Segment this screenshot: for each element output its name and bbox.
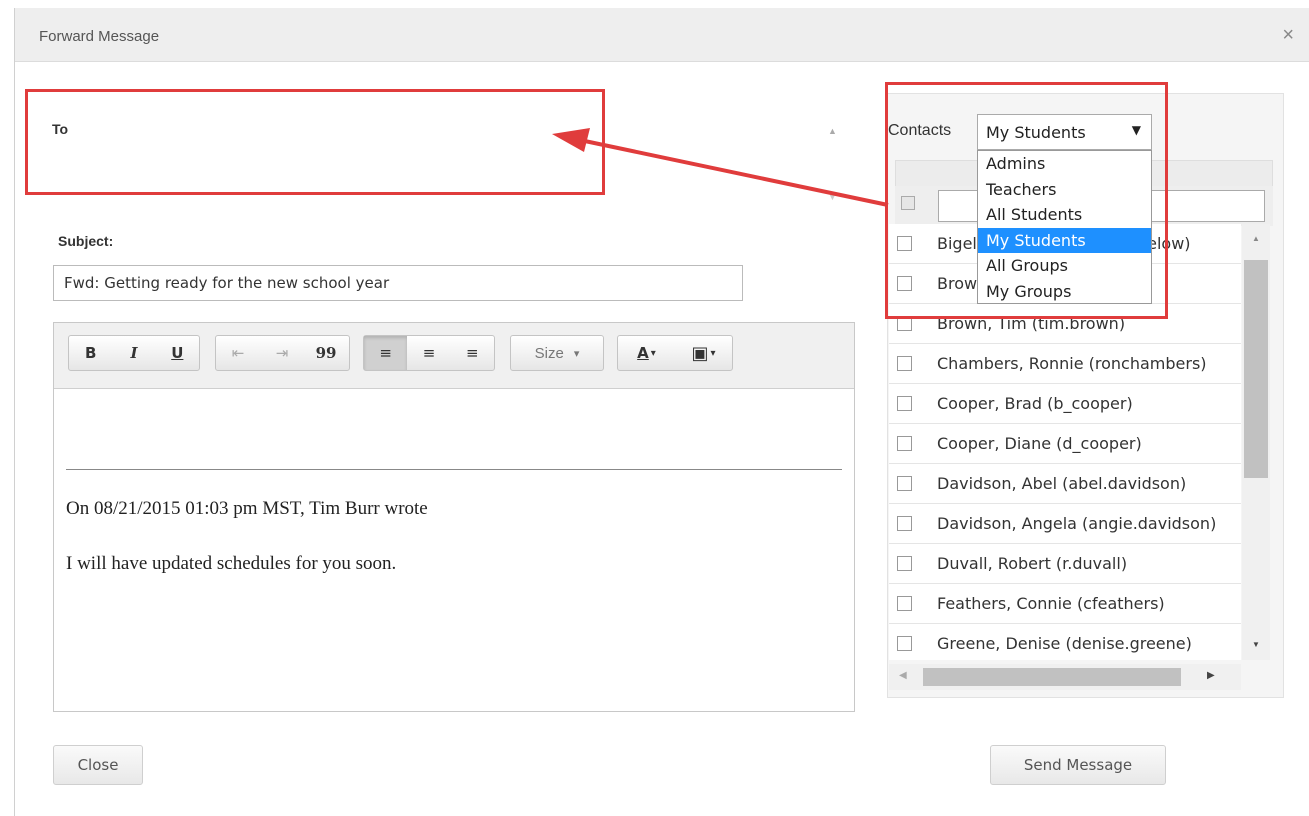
select-all-checkbox[interactable] [901,196,915,210]
dialog-title: Forward Message [39,28,160,45]
subject-input[interactable] [53,265,743,301]
contact-checkbox[interactable] [897,476,912,491]
dropdown-option-teachers[interactable]: Teachers [978,177,1151,203]
message-editor[interactable]: B I U ⇤ ⇥ 99 ≡ ≡ ≡ Size ▾ A ▾ ▣ ▾ On 08/… [53,322,855,712]
indent-group: ⇤ ⇥ 99 [215,335,350,371]
list-item[interactable]: Cooper, Diane (d_cooper) [889,424,1241,464]
size-dropdown[interactable]: Size ▾ [510,335,604,371]
scroll-up-icon[interactable]: ▲ [828,126,837,136]
font-color-icon: A [637,344,649,362]
contact-checkbox[interactable] [897,636,912,651]
dropdown-option-all-groups[interactable]: All Groups [978,253,1151,279]
scroll-down-icon[interactable]: ▼ [828,192,837,202]
dropdown-option-my-students[interactable]: My Students [978,227,1151,254]
list-item[interactable]: Cooper, Brad (b_cooper) [889,384,1241,424]
chevron-down-icon: ▾ [710,347,716,359]
contacts-vertical-scrollbar[interactable]: ▲ ▼ [1242,224,1270,660]
contact-checkbox[interactable] [897,356,912,371]
contact-name: Feathers, Connie (cfeathers) [937,594,1165,613]
scroll-right-icon[interactable]: ▶ [1207,670,1215,681]
contact-name: Cooper, Diane (d_cooper) [937,434,1142,453]
to-scrollbar[interactable]: ▲ ▼ [826,118,840,208]
bold-button[interactable]: B [69,336,112,370]
contact-checkbox[interactable] [897,436,912,451]
close-button[interactable]: Close [53,745,143,785]
contact-name: Cooper, Brad (b_cooper) [937,394,1133,413]
contacts-select-value: My Students [986,123,1086,142]
dropdown-option-admins[interactable]: Admins [978,151,1151,177]
contact-name: Brown, Tim (tim.brown) [937,314,1126,333]
list-item[interactable]: Feathers, Connie (cfeathers) [889,584,1241,624]
quote-header: On 08/21/2015 01:03 pm MST, Tim Burr wro… [66,498,428,519]
font-color-button[interactable]: A ▾ [618,336,675,370]
to-field[interactable] [40,100,830,205]
contact-name: Davidson, Abel (abel.davidson) [937,474,1187,493]
contact-checkbox[interactable] [897,236,912,251]
editor-toolbar: B I U ⇤ ⇥ 99 ≡ ≡ ≡ Size ▾ A ▾ ▣ ▾ [54,323,854,389]
list-item[interactable]: Duvall, Robert (r.duvall) [889,544,1241,584]
chevron-down-icon: ▾ [650,347,656,359]
list-item[interactable]: Davidson, Abel (abel.davidson) [889,464,1241,504]
contact-checkbox[interactable] [897,316,912,331]
scrollbar-thumb[interactable] [1244,260,1268,478]
chevron-down-icon: ▼ [1131,123,1141,137]
italic-button[interactable]: I [112,336,155,370]
size-label: Size [534,344,564,362]
contact-checkbox[interactable] [897,596,912,611]
background-color-icon: ▣ [691,342,709,364]
contacts-horizontal-scrollbar[interactable]: ◀ ▶ [889,664,1241,690]
contact-name: Duvall, Robert (r.duvall) [937,554,1128,573]
align-center-icon[interactable]: ≡ [407,336,450,370]
format-group: B I U [68,335,200,371]
list-item[interactable]: Brown, Tim (tim.brown) [889,304,1241,344]
indent-icon[interactable]: ⇥ [260,336,304,370]
dialog-titlebar: Forward Message × [15,8,1309,62]
scroll-up-icon[interactable]: ▲ [1252,234,1260,243]
align-group: ≡ ≡ ≡ [363,335,495,371]
scroll-down-icon[interactable]: ▼ [1252,640,1260,649]
quote-body: I will have updated schedules for you so… [66,553,397,574]
contact-checkbox[interactable] [897,276,912,291]
dropdown-option-my-groups[interactable]: My Groups [978,279,1151,305]
send-message-button[interactable]: Send Message [990,745,1166,785]
quote-divider [66,469,842,470]
dropdown-option-all-students[interactable]: All Students [978,202,1151,228]
scrollbar-thumb[interactable] [923,668,1181,686]
close-icon[interactable]: × [1282,24,1294,47]
to-label: To [52,121,69,137]
underline-button[interactable]: U [156,336,199,370]
contact-name: Greene, Denise (denise.greene) [937,634,1192,653]
contacts-label: Contacts [888,122,952,139]
outdent-icon[interactable]: ⇤ [216,336,260,370]
color-group: A ▾ ▣ ▾ [617,335,733,371]
align-right-icon[interactable]: ≡ [451,336,494,370]
contact-checkbox[interactable] [897,556,912,571]
chevron-down-icon: ▾ [573,347,580,360]
contacts-dropdown-menu: Admins Teachers All Students My Students… [977,150,1152,304]
contacts-select[interactable]: My Students ▼ [977,114,1152,150]
contact-name: Davidson, Angela (angie.davidson) [937,514,1217,533]
blockquote-icon[interactable]: 99 [304,336,348,370]
contact-checkbox[interactable] [897,396,912,411]
list-item[interactable]: Greene, Denise (denise.greene) [889,624,1241,660]
contact-name: Chambers, Ronnie (ronchambers) [937,354,1207,373]
align-left-icon[interactable]: ≡ [364,336,408,370]
list-item[interactable]: Chambers, Ronnie (ronchambers) [889,344,1241,384]
list-item[interactable]: Davidson, Angela (angie.davidson) [889,504,1241,544]
scroll-left-icon[interactable]: ◀ [899,670,907,681]
subject-label: Subject: [58,233,114,249]
contact-checkbox[interactable] [897,516,912,531]
background-color-button[interactable]: ▣ ▾ [675,336,732,370]
